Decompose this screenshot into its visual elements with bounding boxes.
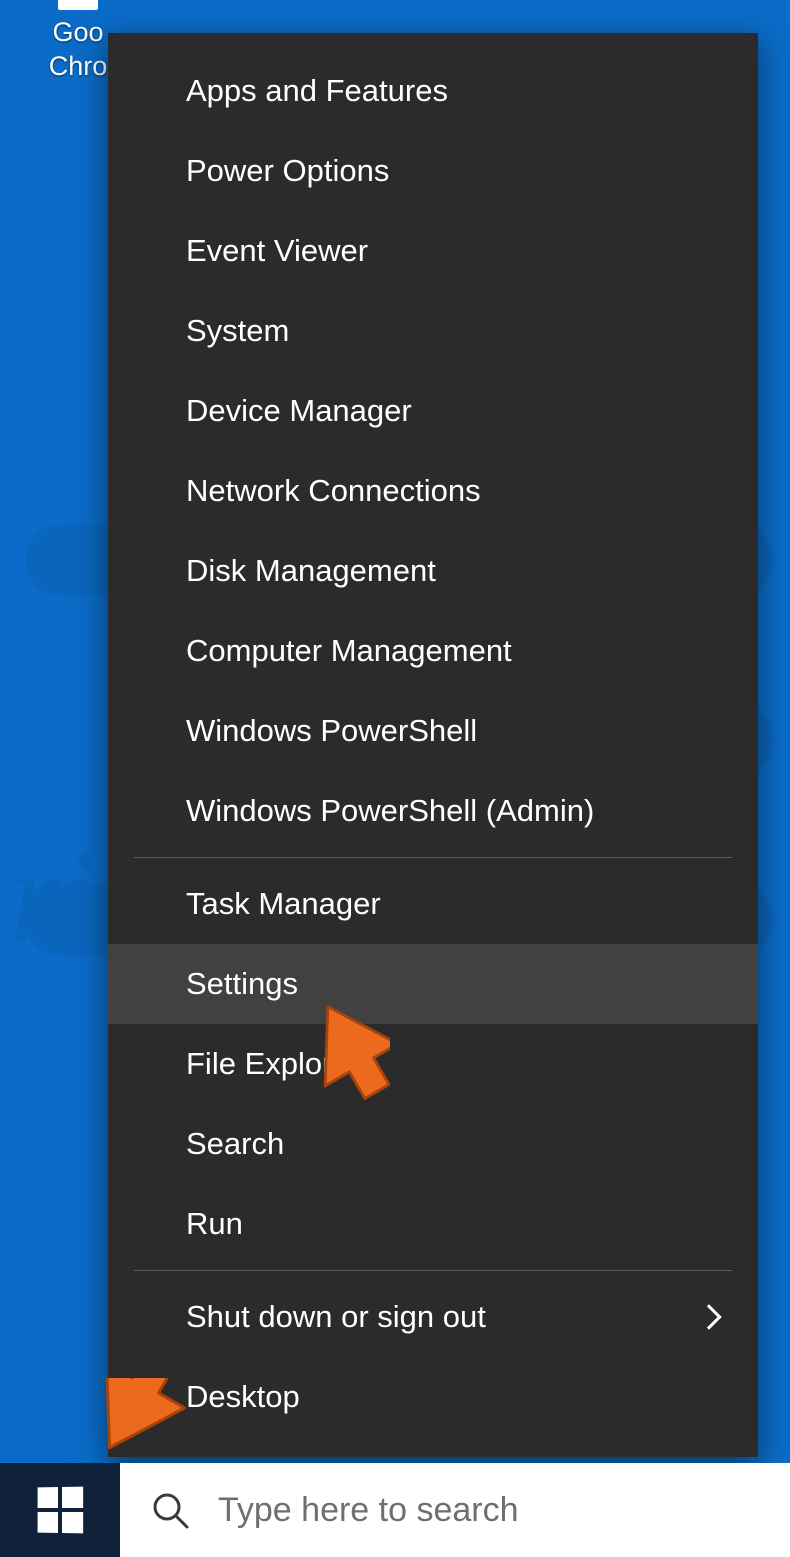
menu-windows-powershell[interactable]: Windows PowerShell: [108, 691, 758, 771]
menu-label: Run: [186, 1206, 243, 1242]
menu-system[interactable]: System: [108, 291, 758, 371]
menu-run[interactable]: Run: [108, 1184, 758, 1264]
menu-label: File Explorer: [186, 1046, 360, 1082]
menu-search[interactable]: Search: [108, 1104, 758, 1184]
start-button[interactable]: [0, 1463, 120, 1557]
chevron-right-icon: [696, 1304, 721, 1329]
menu-shut-down-or-sign-out[interactable]: Shut down or sign out: [108, 1277, 758, 1357]
taskbar: Type here to search: [0, 1463, 790, 1557]
menu-file-explorer[interactable]: File Explorer: [108, 1024, 758, 1104]
menu-event-viewer[interactable]: Event Viewer: [108, 211, 758, 291]
menu-settings[interactable]: Settings: [108, 944, 758, 1024]
taskbar-search[interactable]: Type here to search: [120, 1463, 790, 1557]
menu-task-manager[interactable]: Task Manager: [108, 864, 758, 944]
menu-label: Device Manager: [186, 393, 412, 429]
menu-label: Network Connections: [186, 473, 481, 509]
search-placeholder: Type here to search: [218, 1491, 519, 1530]
windows-logo-icon: [38, 1487, 84, 1534]
menu-label: Settings: [186, 966, 298, 1002]
menu-label: Event Viewer: [186, 233, 368, 269]
menu-label: Power Options: [186, 153, 389, 189]
menu-label: System: [186, 313, 289, 349]
menu-separator: [134, 1270, 732, 1271]
menu-label: Disk Management: [186, 553, 436, 589]
menu-power-options[interactable]: Power Options: [108, 131, 758, 211]
menu-device-manager[interactable]: Device Manager: [108, 371, 758, 451]
menu-label: Windows PowerShell (Admin): [186, 793, 594, 829]
menu-computer-management[interactable]: Computer Management: [108, 611, 758, 691]
menu-windows-powershell-admin[interactable]: Windows PowerShell (Admin): [108, 771, 758, 851]
menu-label: Shut down or sign out: [186, 1299, 486, 1335]
menu-desktop[interactable]: Desktop: [108, 1357, 758, 1437]
menu-network-connections[interactable]: Network Connections: [108, 451, 758, 531]
menu-label: Apps and Features: [186, 73, 448, 109]
search-icon: [150, 1490, 190, 1530]
menu-label: Computer Management: [186, 633, 512, 669]
menu-label: Search: [186, 1126, 284, 1162]
menu-label: Windows PowerShell: [186, 713, 477, 749]
menu-separator: [134, 857, 732, 858]
menu-apps-and-features[interactable]: Apps and Features: [108, 51, 758, 131]
winx-context-menu: Apps and Features Power Options Event Vi…: [108, 33, 758, 1457]
menu-label: Desktop: [186, 1379, 300, 1415]
menu-disk-management[interactable]: Disk Management: [108, 531, 758, 611]
chrome-icon: [58, 0, 98, 10]
menu-label: Task Manager: [186, 886, 381, 922]
